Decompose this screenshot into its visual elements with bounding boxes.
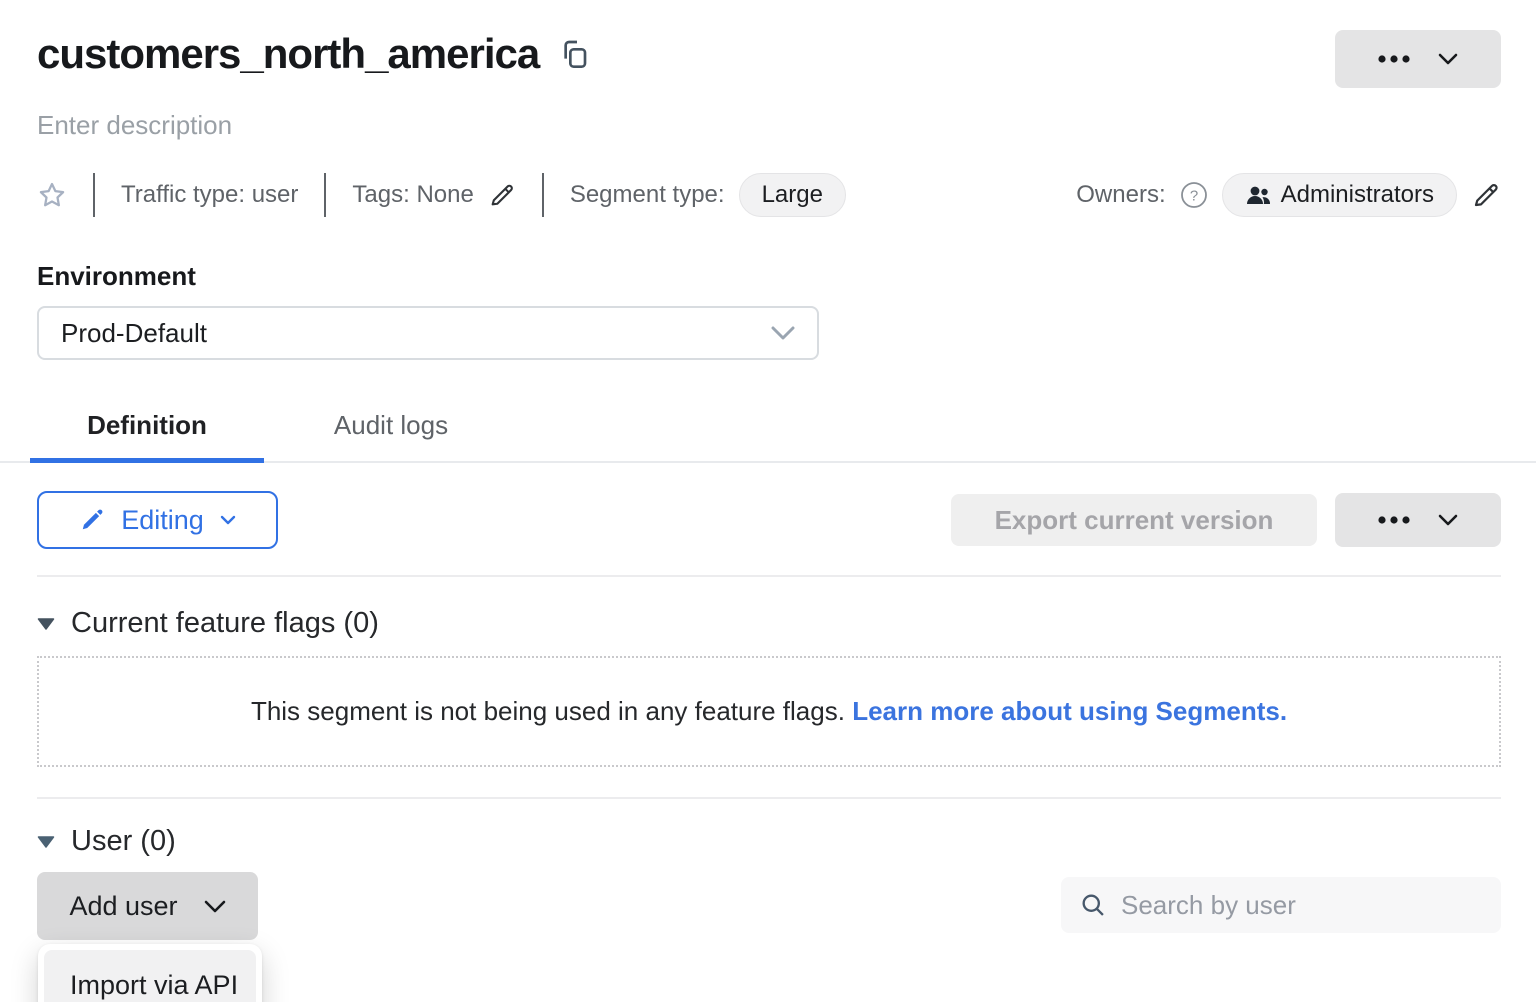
header-more-menu-button[interactable] <box>1335 30 1501 88</box>
tab-audit-logs[interactable]: Audit logs <box>274 398 508 461</box>
ellipsis-icon <box>1378 55 1410 63</box>
traffic-type-label: Traffic type: user <box>121 181 298 209</box>
toolbar-right: Export current version <box>951 493 1501 547</box>
edit-owners-pencil-icon[interactable] <box>1471 180 1501 210</box>
svg-text:?: ? <box>1189 188 1197 205</box>
pencil-icon <box>79 507 105 533</box>
owners-label: Owners: <box>1076 181 1165 209</box>
title-wrap: customers_north_america <box>37 30 591 78</box>
user-heading: User (0) <box>71 825 176 858</box>
divider <box>324 173 326 217</box>
editing-dropdown-button[interactable]: Editing <box>37 491 278 549</box>
feature-flags-empty-state: This segment is not being used in any fe… <box>37 656 1501 767</box>
chevron-down-icon <box>220 515 236 525</box>
segment-detail-page: customers_north_america Enter descriptio… <box>0 0 1536 1002</box>
owners-value: Administrators <box>1281 181 1434 209</box>
chevron-down-icon <box>204 900 226 913</box>
search-icon <box>1079 891 1107 919</box>
edit-tags-pencil-icon[interactable] <box>488 181 516 209</box>
tags-label: Tags: None <box>352 181 473 209</box>
environment-selected-value: Prod-Default <box>61 318 207 349</box>
environment-select[interactable]: Prod-Default <box>37 306 819 360</box>
add-user-label: Add user <box>69 891 177 922</box>
segment-type-item: Segment type: Large <box>570 173 846 217</box>
empty-state-text: This segment is not being used in any fe… <box>251 696 845 726</box>
add-user-dropdown-menu: Import via API <box>38 944 262 1002</box>
copy-icon[interactable] <box>559 37 591 71</box>
tags-item: Tags: None <box>352 181 515 209</box>
user-row: Add user Import via API <box>37 872 1501 940</box>
owners-badge[interactable]: Administrators <box>1222 173 1457 217</box>
segment-type-badge: Large <box>739 173 846 217</box>
learn-more-link[interactable]: Learn more about using Segments. <box>852 696 1287 726</box>
add-user-dropdown-button[interactable]: Add user <box>37 872 258 940</box>
group-icon <box>1245 184 1271 206</box>
help-icon[interactable]: ? <box>1180 181 1208 209</box>
definition-more-menu-button[interactable] <box>1335 493 1501 547</box>
user-section-header[interactable]: User (0) <box>37 825 1501 858</box>
tab-definition[interactable]: Definition <box>30 398 264 461</box>
menu-item-import-via-api[interactable]: Import via API <box>44 950 256 1002</box>
chevron-down-icon <box>1438 514 1458 526</box>
segment-type-label: Segment type: <box>570 181 725 209</box>
description-field[interactable]: Enter description <box>0 110 1536 141</box>
divider <box>542 173 544 217</box>
divider <box>37 575 1501 577</box>
chevron-down-icon <box>1438 53 1458 65</box>
divider <box>93 173 95 217</box>
divider <box>37 797 1501 799</box>
feature-flags-section-header[interactable]: Current feature flags (0) <box>37 607 1501 640</box>
chevron-down-icon <box>771 326 795 340</box>
meta-row: Traffic type: user Tags: None Segment ty… <box>0 173 1536 217</box>
user-search-input[interactable] <box>1121 890 1483 921</box>
header: customers_north_america <box>0 0 1536 88</box>
definition-toolbar: Editing Export current version <box>37 491 1501 549</box>
caret-down-icon <box>37 618 55 630</box>
caret-down-icon <box>37 836 55 848</box>
star-icon[interactable] <box>37 180 67 210</box>
export-current-version-button[interactable]: Export current version <box>951 494 1317 546</box>
tab-bar: Definition Audit logs <box>0 398 1536 463</box>
add-user-wrap: Add user Import via API <box>37 872 258 940</box>
ellipsis-icon <box>1378 516 1410 524</box>
owners-group: Owners: ? Administrators <box>1076 173 1501 217</box>
page-title: customers_north_america <box>37 30 539 78</box>
environment-label: Environment <box>37 261 1536 292</box>
feature-flags-heading: Current feature flags (0) <box>71 607 379 640</box>
editing-label: Editing <box>121 505 204 536</box>
user-search-box <box>1061 877 1501 933</box>
